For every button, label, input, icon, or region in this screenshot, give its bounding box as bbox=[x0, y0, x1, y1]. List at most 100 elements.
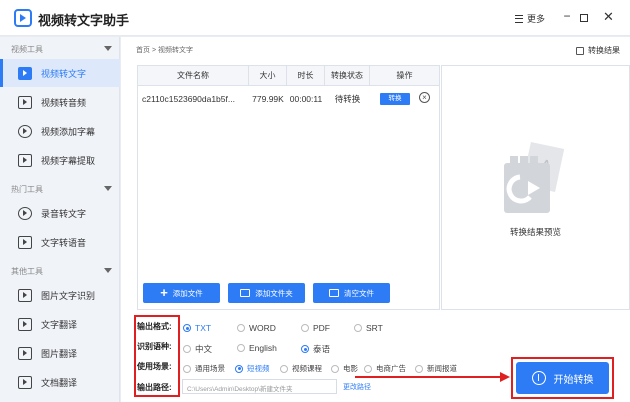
scene-option-label: 新闻报道 bbox=[427, 364, 457, 373]
plus-icon: + bbox=[160, 285, 168, 300]
output-path-field[interactable]: C:\Users\Admin\Desktop\新建文件夹 bbox=[182, 379, 337, 394]
file-size: 779.99K bbox=[252, 94, 284, 104]
radio-icon bbox=[415, 364, 423, 373]
table-row[interactable]: c2110c1523690da1b5f... 779.99K 00:00:11 … bbox=[138, 87, 439, 111]
sidebar-section-title: 其他工具 bbox=[11, 267, 43, 276]
trash-icon bbox=[329, 289, 339, 297]
format-option-pdf[interactable]: PDF bbox=[301, 323, 330, 333]
annotation-arrow-line bbox=[355, 376, 503, 378]
sidebar-item-image-translate[interactable]: 图片翻译 bbox=[0, 339, 120, 367]
radio-selected-icon bbox=[301, 345, 309, 353]
video-to-text-icon bbox=[18, 66, 32, 80]
scene-option-label: 电商广告 bbox=[376, 364, 406, 373]
scene-option-label: 视频课程 bbox=[292, 364, 322, 373]
sidebar-item-video-to-audio[interactable]: 视频转音频 bbox=[0, 88, 120, 116]
scene-option-short-video[interactable]: 短视频 bbox=[235, 363, 270, 374]
sidebar-item-label: 视频转文字 bbox=[41, 68, 87, 79]
result-preview-panel: A 转换结果预览 bbox=[441, 65, 630, 310]
format-option-srt[interactable]: SRT bbox=[354, 323, 383, 333]
remove-file-icon[interactable]: × bbox=[419, 92, 430, 103]
radio-icon bbox=[237, 324, 245, 332]
sidebar-item-label: 录音转文字 bbox=[41, 208, 87, 219]
sidebar-item-text-translate[interactable]: 文字翻译 bbox=[0, 310, 120, 338]
clear-files-label: 清空文件 bbox=[344, 288, 374, 298]
sidebar-item-document-translate[interactable]: 文档翻译 bbox=[0, 368, 120, 396]
radio-icon bbox=[183, 364, 191, 373]
video-to-audio-icon bbox=[18, 95, 32, 109]
app-logo-icon bbox=[14, 9, 32, 27]
sidebar-item-recording-to-text[interactable]: 录音转文字 bbox=[0, 199, 120, 227]
sidebar-section-other-tools[interactable]: 其他工具 bbox=[0, 261, 120, 281]
column-header-size: 大小 bbox=[249, 66, 287, 86]
sidebar-section-hot-tools[interactable]: 热门工具 bbox=[0, 179, 120, 199]
scene-option-movie[interactable]: 电影 bbox=[331, 363, 358, 374]
sidebar-section-video-tools[interactable]: 视频工具 bbox=[0, 39, 120, 59]
file-name: c2110c1523690da1b5f... bbox=[142, 94, 235, 104]
radio-icon bbox=[301, 324, 309, 332]
start-conversion-icon bbox=[531, 371, 546, 385]
scene-option-video-course[interactable]: 视频课程 bbox=[280, 363, 322, 374]
start-conversion-button[interactable]: 开始转换 bbox=[516, 362, 609, 394]
radio-icon bbox=[183, 345, 191, 353]
file-duration: 00:00:11 bbox=[289, 94, 323, 104]
conversion-results-link[interactable]: 转换结果 bbox=[576, 45, 620, 56]
more-menu-label: 更多 bbox=[527, 14, 546, 24]
more-menu-button[interactable]: 更多 bbox=[515, 12, 545, 25]
sidebar-item-text-to-speech[interactable]: 文字转语音 bbox=[0, 228, 120, 256]
format-option-word[interactable]: WORD bbox=[237, 323, 276, 333]
folder-icon bbox=[240, 289, 251, 297]
format-option-txt[interactable]: TXT bbox=[183, 323, 211, 333]
convert-file-button[interactable]: 转换 bbox=[380, 93, 410, 105]
sidebar-item-label: 图片翻译 bbox=[41, 348, 78, 359]
format-option-label: PDF bbox=[313, 323, 330, 333]
title-bar: 视频转文字助手 更多 − ✕ bbox=[0, 0, 630, 36]
add-folder-button[interactable]: 添加文件夹 bbox=[228, 283, 305, 303]
column-header-duration: 时长 bbox=[287, 66, 325, 86]
text-to-speech-icon bbox=[18, 235, 32, 249]
lang-option-thai[interactable]: 泰语 bbox=[301, 343, 330, 355]
sidebar-item-extract-subtitles[interactable]: 视频字幕提取 bbox=[0, 146, 120, 174]
add-folder-label: 添加文件夹 bbox=[255, 288, 293, 298]
text-translate-icon bbox=[18, 317, 32, 331]
column-header-action: 操作 bbox=[396, 71, 413, 80]
radio-icon bbox=[354, 324, 362, 332]
sidebar-section-title: 热门工具 bbox=[11, 185, 43, 194]
caret-down-icon bbox=[104, 268, 112, 273]
lang-option-english[interactable]: English bbox=[237, 343, 277, 353]
scene-option-ecommerce-ad[interactable]: 电商广告 bbox=[364, 363, 406, 374]
caret-down-icon bbox=[104, 46, 112, 51]
clear-files-button[interactable]: 清空文件 bbox=[313, 283, 390, 303]
scene-option-label: 电影 bbox=[343, 364, 358, 373]
file-status: 待转换 bbox=[334, 94, 361, 104]
radio-selected-icon bbox=[183, 324, 191, 332]
caret-down-icon bbox=[104, 186, 112, 191]
sidebar-item-video-to-text[interactable]: 视频转文字 bbox=[0, 59, 120, 87]
radio-icon bbox=[364, 364, 372, 373]
close-button[interactable]: ✕ bbox=[603, 9, 614, 25]
minimize-button[interactable]: − bbox=[560, 10, 574, 24]
maximize-button[interactable] bbox=[580, 14, 588, 22]
scene-option-general[interactable]: 通用场景 bbox=[183, 363, 225, 374]
extract-subtitles-icon bbox=[18, 153, 32, 167]
radio-selected-icon bbox=[235, 364, 243, 373]
sidebar-item-add-subtitles[interactable]: 视频添加字幕 bbox=[0, 117, 120, 145]
annotation-arrow-head bbox=[500, 372, 510, 382]
sidebar: 视频工具 视频转文字 视频转音频 视频添加字幕 视频字幕提取 热门工具 录音转文… bbox=[0, 37, 120, 402]
lang-option-chinese[interactable]: 中文 bbox=[183, 343, 212, 355]
sidebar-item-label: 视频添加字幕 bbox=[41, 126, 96, 137]
sidebar-item-label: 视频转音频 bbox=[41, 97, 87, 108]
annotation-box-option-labels bbox=[134, 315, 180, 397]
change-path-link[interactable]: 更改路径 bbox=[343, 382, 371, 392]
menu-icon bbox=[515, 14, 523, 23]
sidebar-item-label: 视频字幕提取 bbox=[41, 155, 96, 166]
table-header: 文件名称 大小 时长 转换状态 操作 bbox=[138, 66, 439, 86]
scene-option-label: 短视频 bbox=[247, 364, 270, 373]
scene-option-news[interactable]: 新闻报道 bbox=[415, 363, 457, 374]
sidebar-item-image-ocr[interactable]: 图片文字识别 bbox=[0, 281, 120, 309]
conversion-results-label: 转换结果 bbox=[588, 46, 620, 55]
image-ocr-icon bbox=[18, 288, 32, 302]
add-file-button[interactable]: + 添加文件 bbox=[143, 283, 220, 303]
format-option-label: WORD bbox=[249, 323, 276, 333]
document-translate-icon bbox=[18, 375, 32, 389]
preview-placeholder-icon: A bbox=[504, 141, 565, 213]
